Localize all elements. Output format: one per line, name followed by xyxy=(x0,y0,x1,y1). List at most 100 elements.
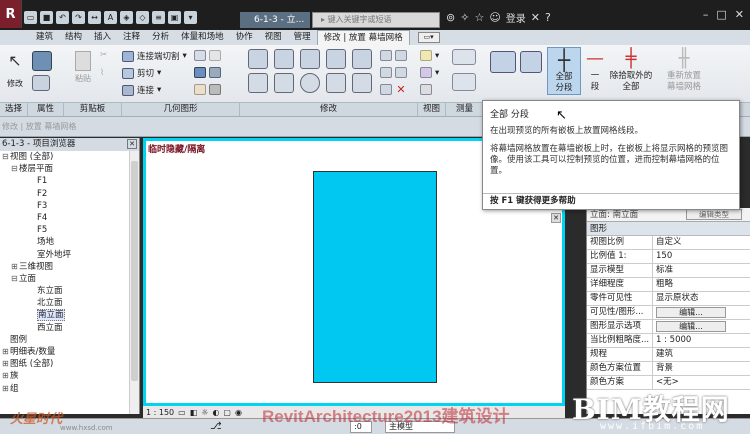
3d-view-icon[interactable]: ◈ xyxy=(120,10,133,24)
communication-icon[interactable]: ☆ xyxy=(474,11,484,24)
wall-joins-icon[interactable] xyxy=(194,50,206,61)
tree-expand-icon[interactable]: ⊞ xyxy=(2,358,10,370)
align-icon[interactable] xyxy=(248,49,268,69)
binoculars-icon[interactable]: ⊚ xyxy=(446,11,455,24)
demolish-icon[interactable] xyxy=(209,67,221,78)
property-row[interactable]: 详细程度 粗略 xyxy=(587,278,750,292)
tree-expand-icon[interactable]: ⊟ xyxy=(11,163,19,175)
hide-element-icon[interactable] xyxy=(420,50,432,61)
browser-tree-item[interactable]: 南立面 xyxy=(0,309,139,322)
signin-link[interactable]: 登录 xyxy=(506,10,526,25)
property-row[interactable]: 可见性/图形... 编辑... xyxy=(587,306,750,320)
workset-icon[interactable]: ⎇ xyxy=(210,421,222,432)
property-row[interactable]: 显示模型 标准 xyxy=(587,264,750,278)
temp-hide-icon[interactable]: ◉ xyxy=(235,408,242,417)
tab-architecture[interactable]: 建筑 xyxy=(30,30,59,45)
mirror-draw-icon[interactable] xyxy=(326,49,346,69)
crop-region-icon[interactable]: ▢ xyxy=(223,408,231,417)
browser-tree-item[interactable]: ⊞族 xyxy=(0,370,139,382)
browser-tree-item[interactable]: F1 xyxy=(0,175,139,187)
tab-structure[interactable]: 结构 xyxy=(59,30,88,45)
measure-tool-icon[interactable] xyxy=(452,49,476,65)
tab-massing-site[interactable]: 体量和场地 xyxy=(175,30,230,45)
browser-tree-item[interactable]: F4 xyxy=(0,212,139,224)
property-value[interactable]: 粗略 xyxy=(653,278,750,291)
create-parts-icon[interactable] xyxy=(520,51,542,73)
remove-paint-icon[interactable] xyxy=(194,84,206,95)
type-properties-icon[interactable] xyxy=(32,75,50,91)
browser-tree-item[interactable]: ⊟视图 (全部) xyxy=(0,151,139,163)
all-except-picked-button[interactable]: ╪ 除拾取外的 全部 xyxy=(609,47,653,95)
connect-cut-button[interactable]: 连接端切割 ▾ xyxy=(122,50,187,62)
redo-icon[interactable]: ↷ xyxy=(72,10,85,24)
pin-icon[interactable] xyxy=(395,50,407,61)
browser-tree-item[interactable]: F2 xyxy=(0,188,139,200)
property-value[interactable]: 标准 xyxy=(653,264,750,277)
edit-type-button[interactable]: 编辑类型 xyxy=(686,209,742,220)
minimize-icon[interactable]: – xyxy=(703,8,709,21)
split-icon[interactable] xyxy=(352,49,372,69)
properties-icon[interactable] xyxy=(32,51,52,71)
tree-expand-icon[interactable]: ⊞ xyxy=(2,346,10,358)
tab-annotate[interactable]: 注释 xyxy=(117,30,146,45)
close-icon[interactable]: ✕ xyxy=(551,213,561,223)
shadows-icon[interactable]: ◐ xyxy=(212,408,219,417)
tab-insert[interactable]: 插入 xyxy=(88,30,117,45)
tab-view[interactable]: 视图 xyxy=(259,30,288,45)
browser-tree-item[interactable]: 场地 xyxy=(0,236,139,248)
browser-tree-item[interactable]: 室外地坪 xyxy=(0,249,139,261)
tag-icon[interactable]: A xyxy=(104,10,117,24)
visual-style-icon[interactable]: ◧ xyxy=(190,408,198,417)
paste-button[interactable]: 粘贴 xyxy=(72,51,94,84)
browser-tree-item[interactable]: 西立面 xyxy=(0,322,139,334)
search-input[interactable]: ▸ 键入关键字或短语 xyxy=(312,12,440,28)
property-row[interactable]: 视图比例 自定义 xyxy=(587,236,750,250)
unjoin-icon[interactable] xyxy=(209,84,221,95)
trim-icon[interactable] xyxy=(326,73,346,93)
browser-tree-item[interactable]: ⊞图纸 (全部) xyxy=(0,358,139,370)
modify-button[interactable]: ↖ 修改 xyxy=(2,51,28,89)
paint-icon[interactable] xyxy=(194,67,206,78)
help-icon[interactable]: ? xyxy=(545,11,551,24)
properties-section-graphics[interactable]: 图形 xyxy=(587,222,750,236)
delete-icon[interactable]: ✕ xyxy=(395,84,407,95)
maximize-icon[interactable]: □ xyxy=(716,8,726,21)
property-row[interactable]: 颜色方案位置 背景 xyxy=(587,362,750,376)
reposition-grid-button[interactable]: ╫ 重新放置 幕墙网格 xyxy=(660,47,708,95)
aligned-dimension-icon[interactable] xyxy=(452,73,476,91)
browser-tree-item[interactable]: 图例 xyxy=(0,334,139,346)
open-icon[interactable]: ▭ xyxy=(24,10,37,24)
browser-tree-item[interactable]: ⊞明细表/数量 xyxy=(0,346,139,358)
browser-tree-item[interactable]: ⊞组 xyxy=(0,383,139,395)
join-button[interactable]: 连接 ▾ xyxy=(122,84,161,96)
browser-tree-item[interactable]: 东立面 xyxy=(0,285,139,297)
browser-tree-item[interactable]: ⊟楼层平面 xyxy=(0,163,139,175)
scale-icon[interactable] xyxy=(380,50,392,61)
mirror-axis-icon[interactable] xyxy=(300,49,320,69)
close-hidden-icon[interactable]: ▣ xyxy=(168,10,181,24)
undo-icon[interactable]: ↶ xyxy=(56,10,69,24)
property-value[interactable]: 背景 xyxy=(653,362,750,375)
scrollbar-thumb[interactable] xyxy=(131,161,138,381)
override-graphics-icon[interactable] xyxy=(420,67,432,78)
browser-scrollbar[interactable] xyxy=(129,151,139,414)
property-row[interactable]: 图形显示选项 编辑... xyxy=(587,320,750,334)
measure-icon[interactable]: ↔ xyxy=(88,10,101,24)
tree-expand-icon[interactable]: ⊞ xyxy=(2,383,10,395)
move-icon[interactable] xyxy=(248,73,268,93)
linework-icon[interactable] xyxy=(420,84,432,95)
array-icon[interactable] xyxy=(352,73,372,93)
split-face-icon[interactable] xyxy=(209,50,221,61)
match-type-button[interactable]: ⌇ xyxy=(100,68,104,78)
close-icon[interactable]: ✕ xyxy=(735,8,744,21)
edit-property-button[interactable]: 编辑... xyxy=(656,321,726,332)
property-value[interactable]: 显示原状态 xyxy=(653,292,750,305)
qat-dropdown-icon[interactable]: ▾ xyxy=(184,10,197,24)
property-value[interactable]: 编辑... xyxy=(653,306,750,319)
all-segments-button[interactable]: ┼ 全部 分段 xyxy=(547,47,581,95)
application-menu-button[interactable]: R xyxy=(0,0,22,28)
property-value[interactable]: 编辑... xyxy=(653,320,750,333)
property-row[interactable]: 规程 建筑 xyxy=(587,348,750,362)
edit-property-button[interactable]: 编辑... xyxy=(656,307,726,318)
section-icon[interactable]: ◇ xyxy=(136,10,149,24)
